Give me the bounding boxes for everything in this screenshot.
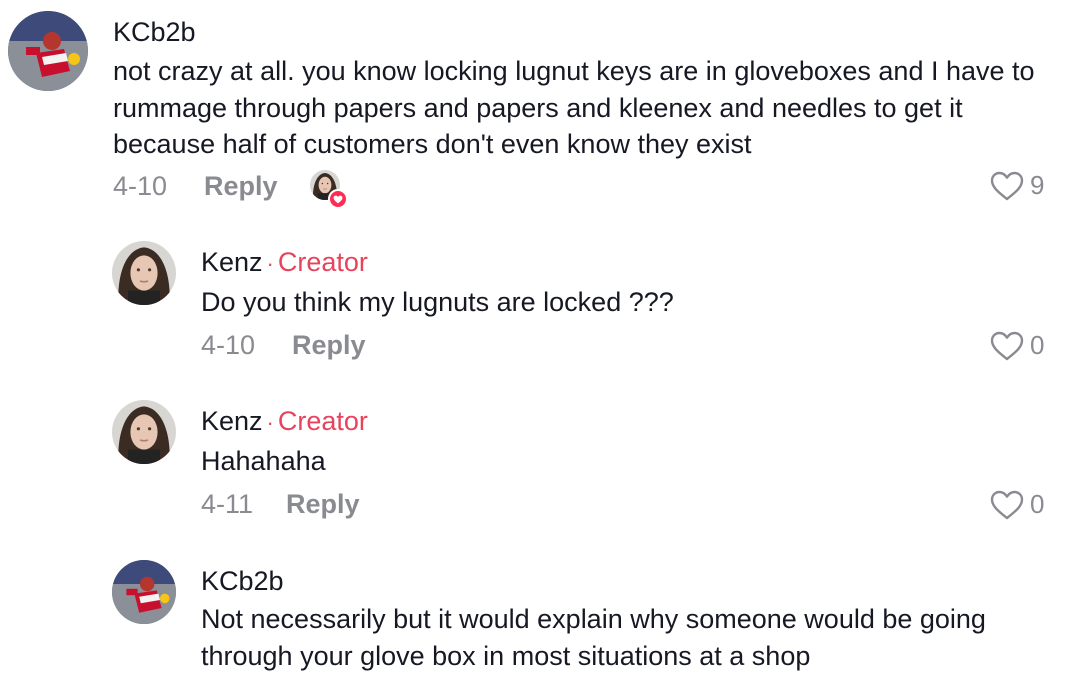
comment-text: Do you think my lugnuts are locked ???: [201, 287, 674, 317]
username-text[interactable]: KCb2b: [201, 566, 284, 596]
comment-2: Kenz · Creator Do you think my lugnuts are…: [0, 230, 1084, 390]
avatar[interactable]: [8, 11, 88, 91]
creator-badge: Creator: [277, 406, 368, 436]
comment-username[interactable]: KCb2b: [113, 17, 196, 48]
creator-badge: Creator: [277, 247, 368, 277]
comment-username[interactable]: Kenz · Creator: [201, 247, 368, 278]
avatar[interactable]: [112, 560, 176, 624]
like-count: 0: [1030, 330, 1045, 360]
comment-date: 4-10: [113, 171, 168, 201]
separator: ·: [266, 410, 274, 435]
creator-liked-heart-icon: [328, 189, 348, 209]
reply-button[interactable]: Reply: [204, 171, 278, 202]
heart-icon: [990, 490, 1024, 520]
comment-3: Kenz · Creator Hahahaha 4-11 Reply 0: [0, 389, 1084, 549]
like-count: 9: [1030, 170, 1045, 200]
comment-4: KCb2b Not necessarily but it would expla…: [0, 549, 1084, 680]
comment-date: 4-11: [201, 489, 254, 519]
comment-username[interactable]: KCb2b: [201, 566, 284, 597]
comment-username[interactable]: Kenz · Creator: [201, 406, 368, 437]
heart-icon: [990, 171, 1024, 201]
comment-1: KCb2b not crazy at all. you know locking…: [0, 0, 1084, 230]
separator: ·: [266, 251, 274, 276]
like-count: 0: [1030, 489, 1045, 519]
comment-text: not crazy at all. you know locking lugnu…: [113, 56, 1035, 159]
like-button[interactable]: 0: [990, 330, 1044, 361]
comment-date: 4-10: [201, 330, 256, 360]
comment-text: Hahahaha: [201, 446, 326, 476]
username-text[interactable]: KCb2b: [113, 17, 196, 47]
like-button[interactable]: 0: [990, 489, 1044, 520]
like-button[interactable]: 9: [990, 170, 1044, 201]
comment-text: Not necessarily but it would explain why…: [201, 604, 986, 671]
heart-icon: [990, 331, 1024, 361]
reply-button[interactable]: Reply: [286, 489, 360, 520]
username-text[interactable]: Kenz: [201, 247, 263, 277]
avatar[interactable]: [112, 400, 176, 464]
reply-button[interactable]: Reply: [292, 330, 366, 361]
username-text[interactable]: Kenz: [201, 406, 263, 436]
avatar[interactable]: [112, 241, 176, 305]
